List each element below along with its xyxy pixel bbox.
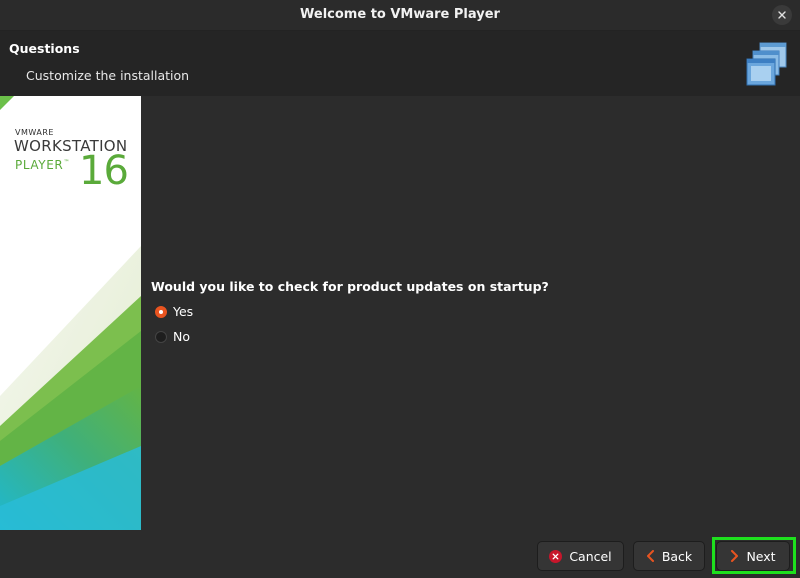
chevron-left-icon xyxy=(646,550,655,562)
brand-edition: PLAYER™ xyxy=(15,158,70,172)
radio-no-label[interactable]: No xyxy=(173,329,190,344)
header-subtitle: Customize the installation xyxy=(26,68,190,83)
radio-yes[interactable] xyxy=(155,305,167,318)
radio-option-no[interactable]: No xyxy=(155,329,190,344)
brand-version: 16 xyxy=(79,148,129,194)
cancel-icon xyxy=(549,549,563,563)
wizard-header: Questions Customize the installation xyxy=(0,31,800,96)
cancel-button[interactable]: Cancel xyxy=(537,541,624,571)
radio-no[interactable] xyxy=(155,330,167,343)
close-button[interactable] xyxy=(772,5,792,25)
wizard-footer: Cancel Back Next xyxy=(0,530,800,578)
brand-edition-label: PLAYER xyxy=(15,158,64,172)
back-label: Back xyxy=(661,548,693,564)
installer-window: Welcome to VMware Player Questions Custo… xyxy=(0,0,800,578)
brand-vmware: VMWARE xyxy=(15,128,54,137)
wizard-content: Would you like to check for product upda… xyxy=(141,96,800,530)
header-title: Questions xyxy=(9,41,80,56)
window-title: Welcome to VMware Player xyxy=(300,7,500,22)
next-label: Next xyxy=(746,548,776,564)
cancel-label: Cancel xyxy=(569,548,612,564)
back-button[interactable]: Back xyxy=(633,541,705,571)
update-question: Would you like to check for product upda… xyxy=(151,279,549,294)
vmware-windows-icon xyxy=(746,42,787,86)
branding-sidebar: VMWARE WORKSTATION PLAYER™ 16 xyxy=(0,96,141,530)
radio-yes-label[interactable]: Yes xyxy=(173,304,193,319)
brand-trademark: ™ xyxy=(63,159,70,166)
chevron-right-icon xyxy=(730,550,739,562)
close-icon xyxy=(778,11,786,19)
title-bar: Welcome to VMware Player xyxy=(0,0,800,31)
radio-option-yes[interactable]: Yes xyxy=(155,304,193,319)
next-button[interactable]: Next xyxy=(716,541,790,571)
